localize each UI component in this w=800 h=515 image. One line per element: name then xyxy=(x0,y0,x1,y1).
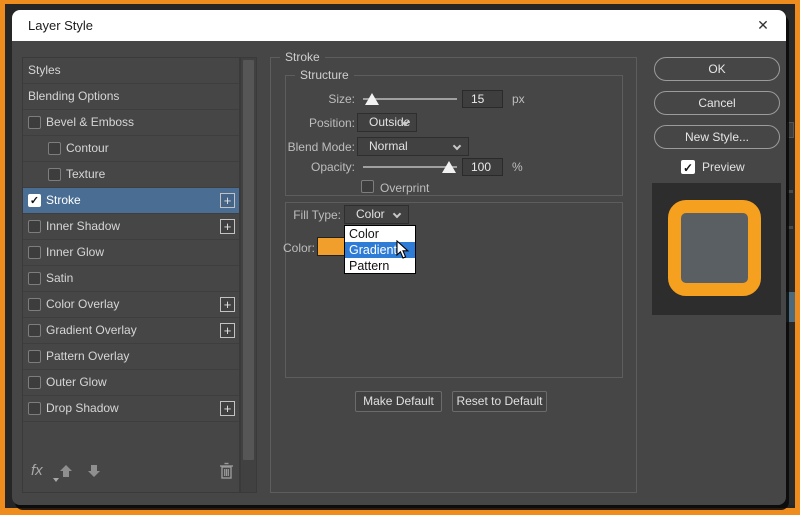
sidebar-item-color-overlay[interactable]: Color Overlay + xyxy=(23,292,239,318)
sidebar-item-stroke[interactable]: ✓ Stroke + xyxy=(23,188,239,214)
sidebar-item-gradient-overlay[interactable]: Gradient Overlay + xyxy=(23,318,239,344)
new-style-button[interactable]: New Style... xyxy=(654,125,780,149)
sidebar-item-bevel-emboss[interactable]: Bevel & Emboss xyxy=(23,110,239,136)
checkbox-icon[interactable] xyxy=(28,246,41,259)
sidebar-item-blending-options[interactable]: Blending Options xyxy=(23,84,239,110)
chevron-down-icon xyxy=(392,209,402,219)
opacity-unit-label: % xyxy=(512,160,523,174)
sidebar-footer-toolbar: fx xyxy=(23,460,239,488)
sidebar-item-texture[interactable]: Texture xyxy=(23,162,239,188)
fill-type-option-pattern[interactable]: Pattern xyxy=(345,258,415,274)
size-unit-label: px xyxy=(512,92,525,106)
color-label: Color: xyxy=(282,241,315,255)
sidebar-item-styles[interactable]: Styles xyxy=(23,58,239,84)
preview-thumbnail xyxy=(652,183,781,315)
plus-icon[interactable]: + xyxy=(220,297,235,312)
sidebar-scrollbar[interactable] xyxy=(240,57,257,493)
background-panel-sliver xyxy=(786,10,795,505)
dialog-body: Styles Blending Options Bevel & Emboss C… xyxy=(12,41,786,505)
close-icon[interactable]: ✕ xyxy=(748,10,778,41)
plus-icon[interactable]: + xyxy=(220,193,235,208)
opacity-input[interactable] xyxy=(462,158,503,176)
ok-button[interactable]: OK xyxy=(654,57,780,81)
dialog-title: Layer Style xyxy=(28,18,94,33)
sidebar-item-outer-glow[interactable]: Outer Glow xyxy=(23,370,239,396)
blend-mode-label: Blend Mode: xyxy=(287,140,355,154)
size-input[interactable] xyxy=(462,90,503,108)
position-label: Position: xyxy=(308,116,355,130)
dialog-titlebar[interactable]: Layer Style ✕ xyxy=(12,10,786,41)
size-label: Size: xyxy=(328,92,355,106)
layer-style-dialog: Layer Style ✕ Styles Blending Options Be… xyxy=(12,10,786,505)
checkbox-icon[interactable] xyxy=(28,402,41,415)
blend-mode-dropdown[interactable]: Normal xyxy=(357,137,469,156)
structure-group-title: Structure xyxy=(295,68,354,82)
checkbox-icon[interactable] xyxy=(28,220,41,233)
stroke-group-title: Stroke xyxy=(280,50,325,64)
background-tool-highlight xyxy=(786,292,795,322)
mouse-cursor-icon xyxy=(396,240,410,259)
checkbox-icon[interactable] xyxy=(48,142,61,155)
sidebar-item-pattern-overlay[interactable]: Pattern Overlay xyxy=(23,344,239,370)
fill-type-label: Fill Type: xyxy=(293,208,341,222)
fill-type-dropdown[interactable]: Color xyxy=(344,205,409,224)
checkbox-icon[interactable] xyxy=(28,298,41,311)
preview-checkbox[interactable]: ✓ xyxy=(681,160,695,175)
cancel-button[interactable]: Cancel xyxy=(654,91,780,115)
sidebar-item-drop-shadow[interactable]: Drop Shadow + xyxy=(23,396,239,422)
checkbox-icon[interactable] xyxy=(28,324,41,337)
reset-to-default-button[interactable]: Reset to Default xyxy=(452,391,547,412)
position-dropdown[interactable]: Outside xyxy=(357,113,417,132)
panel-collapse-icon xyxy=(787,122,794,138)
stroke-preview-square xyxy=(668,200,761,296)
checkbox-checked-icon[interactable]: ✓ xyxy=(28,194,41,207)
styles-sidebar: Styles Blending Options Bevel & Emboss C… xyxy=(22,57,240,493)
sidebar-item-satin[interactable]: Satin xyxy=(23,266,239,292)
plus-icon[interactable]: + xyxy=(220,219,235,234)
sidebar-item-inner-shadow[interactable]: Inner Shadow + xyxy=(23,214,239,240)
size-slider-thumb[interactable] xyxy=(365,93,379,105)
fx-icon[interactable]: fx xyxy=(31,462,43,479)
checkbox-icon[interactable] xyxy=(28,116,41,129)
checkbox-icon[interactable] xyxy=(48,168,61,181)
app-background: Layer Style ✕ Styles Blending Options Be… xyxy=(5,4,795,508)
overprint-checkbox[interactable] xyxy=(361,180,374,193)
plus-icon[interactable]: + xyxy=(220,323,235,338)
overprint-label: Overprint xyxy=(380,181,430,195)
chevron-down-icon xyxy=(452,141,462,151)
move-effect-up-icon[interactable] xyxy=(59,463,73,479)
sidebar-item-inner-glow[interactable]: Inner Glow xyxy=(23,240,239,266)
delete-effect-trash-icon[interactable] xyxy=(219,462,234,480)
opacity-slider-thumb[interactable] xyxy=(442,161,456,173)
checkbox-icon[interactable] xyxy=(28,350,41,363)
scrollbar-thumb[interactable] xyxy=(243,60,254,460)
sidebar-item-contour[interactable]: Contour xyxy=(23,136,239,162)
checkbox-icon[interactable] xyxy=(28,272,41,285)
fill-groupbox xyxy=(285,202,623,378)
checkbox-icon[interactable] xyxy=(28,376,41,389)
opacity-label: Opacity: xyxy=(310,160,355,174)
make-default-button[interactable]: Make Default xyxy=(355,391,442,412)
preview-label: Preview xyxy=(702,160,745,174)
plus-icon[interactable]: + xyxy=(220,401,235,416)
move-effect-down-icon[interactable] xyxy=(87,463,101,479)
